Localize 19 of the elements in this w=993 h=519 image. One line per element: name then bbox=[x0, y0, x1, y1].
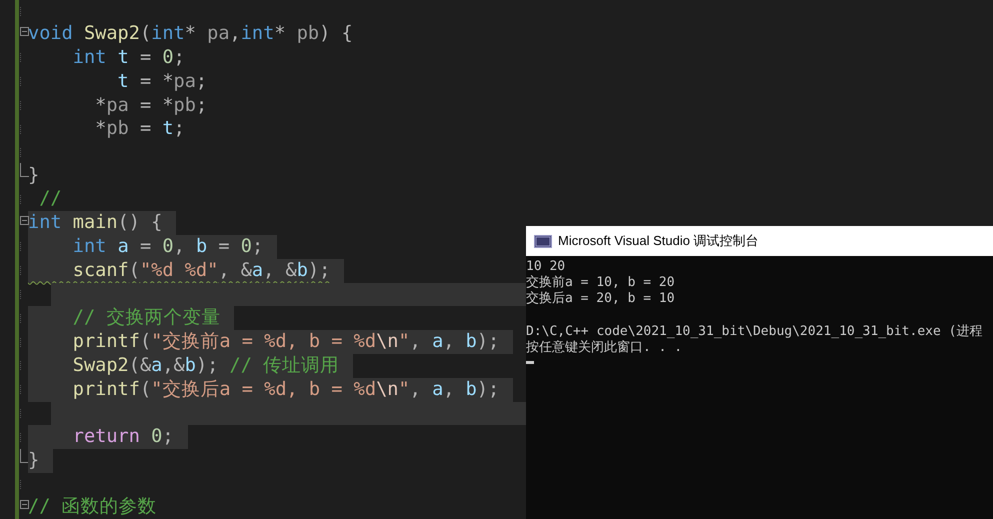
console-app-icon bbox=[534, 234, 552, 248]
code-line: void Swap2(int* pa,int* pb) { bbox=[28, 22, 354, 46]
console-output-line: 按任意键关闭此窗口. . . bbox=[526, 340, 684, 356]
fold-toggle-icon[interactable] bbox=[20, 216, 29, 225]
text-cursor bbox=[526, 361, 534, 364]
code-line: // bbox=[38, 187, 63, 212]
code-line: int t = 0; bbox=[72, 46, 186, 70]
window-title: Microsoft Visual Studio 调试控制台 bbox=[558, 232, 759, 250]
code-line: // 函数的参数 bbox=[28, 495, 158, 519]
fold-toggle-icon[interactable] bbox=[20, 500, 29, 509]
code-line: *pb = t; bbox=[94, 117, 186, 142]
console-output-line: 交换前a = 10, b = 20 bbox=[526, 275, 676, 291]
code-line: *pa = *pb; bbox=[94, 94, 208, 118]
code-line: t = *pa; bbox=[116, 70, 208, 94]
console-output-line: 交换后a = 20, b = 10 bbox=[526, 291, 676, 308]
fold-toggle-icon[interactable] bbox=[20, 26, 29, 36]
code-line: } bbox=[28, 164, 40, 188]
console-output-line: 10 20 bbox=[526, 259, 566, 275]
console-output-line: D:\C,C++ code\2021_10_31_bit\Debug\2021_10_31_bit.exe (进程 bbox=[526, 324, 984, 340]
